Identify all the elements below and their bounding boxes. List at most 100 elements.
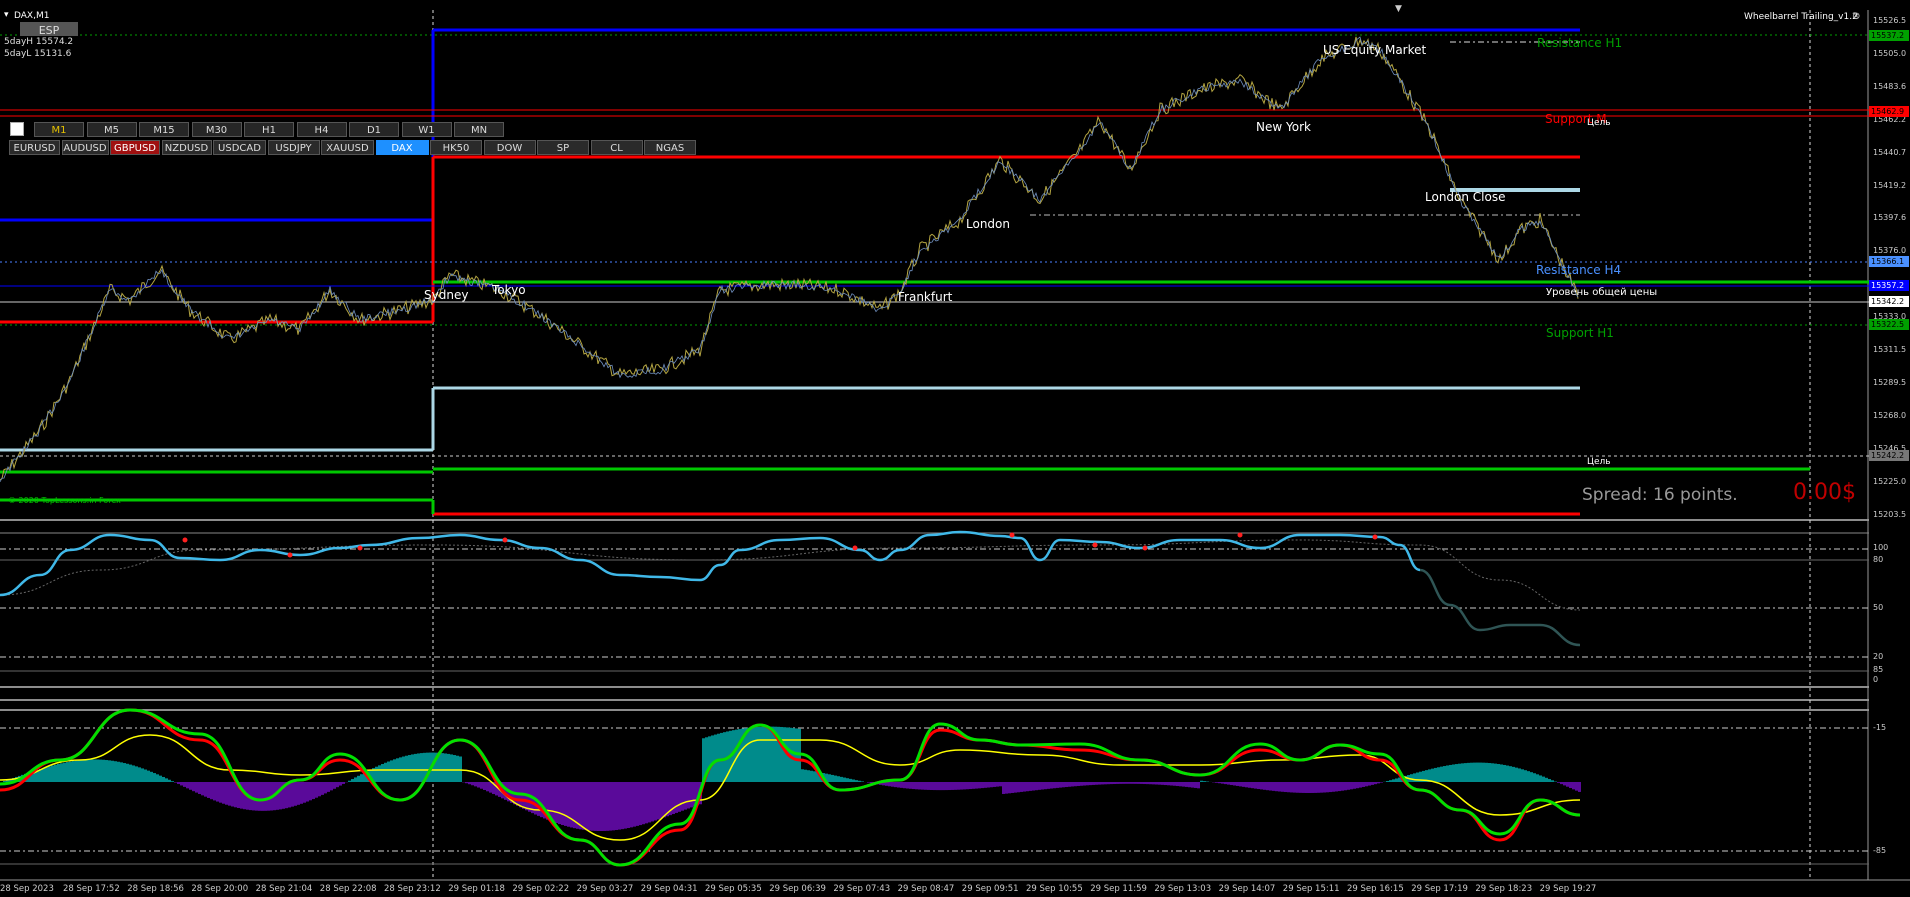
histogram-bar	[1188, 782, 1191, 788]
histogram-bar	[78, 760, 81, 782]
price-axis-label: 15311.5	[1873, 345, 1907, 354]
symbol-nzdusd-button[interactable]: NZDUSD	[161, 140, 212, 155]
symbol-usdcad-button[interactable]: USDCAD	[213, 140, 266, 155]
histogram-bar	[951, 782, 954, 790]
settings-icon[interactable]: ⊗	[1852, 11, 1860, 22]
timeframe-h4-button[interactable]: H4	[296, 122, 347, 137]
histogram-bar	[1137, 782, 1140, 784]
histogram-bar	[1530, 772, 1533, 782]
histogram-bar	[1257, 782, 1260, 790]
histogram-bar	[1386, 780, 1389, 782]
histogram-bar	[957, 782, 960, 790]
histogram-bar	[477, 782, 480, 788]
time-axis-label: 28 Sep 22:08	[319, 884, 377, 894]
histogram-bar	[1041, 782, 1044, 790]
histogram-bar	[942, 782, 945, 791]
histogram-bar	[1431, 768, 1434, 782]
histogram-bar	[264, 782, 267, 811]
session-us-equity: US Equity Market	[1323, 43, 1427, 57]
chart-checkbox[interactable]	[10, 122, 24, 136]
symbol-sp-button[interactable]: SP	[537, 140, 589, 155]
symbol-dax-button[interactable]: DAX	[375, 140, 429, 155]
histogram-bar	[117, 761, 120, 782]
ind1-red-marker	[1009, 532, 1015, 538]
histogram-bar	[1200, 780, 1203, 782]
histogram-bar	[1338, 782, 1341, 792]
symbol-ngas-button[interactable]: NGAS	[644, 140, 696, 155]
histogram-bar	[1533, 773, 1536, 782]
symbol-gbpusd-button[interactable]: GBPUSD	[110, 140, 160, 155]
symbol-audusd-button[interactable]: AUDUSD	[61, 140, 109, 155]
histogram-bar	[1116, 782, 1119, 784]
price-axis-label: 15526.5	[1873, 16, 1907, 25]
ind1-axis-label: 0	[1873, 675, 1879, 684]
histogram-bar	[216, 782, 219, 802]
timeframe-h1-button[interactable]: H1	[244, 122, 294, 137]
histogram-bar	[156, 774, 159, 782]
histogram-bar	[1197, 782, 1200, 789]
esp-button[interactable]: ESP	[20, 22, 78, 37]
histogram-bar	[408, 755, 411, 782]
timeframe-w1-button[interactable]: W1	[401, 122, 452, 137]
histogram-bar	[1293, 782, 1296, 793]
histogram-bar	[180, 782, 183, 786]
scroll-marker-icon[interactable]: ▼	[1395, 4, 1402, 14]
timeframe-m30-button[interactable]: M30	[191, 122, 242, 137]
symbol-usdjpy-button[interactable]: USDJPY	[267, 140, 320, 155]
ind1-red-marker	[852, 545, 858, 551]
timeframe-m15-button[interactable]: M15	[139, 122, 189, 137]
histogram-bar	[102, 759, 105, 782]
histogram-bar	[936, 782, 939, 791]
histogram-bar	[615, 782, 618, 831]
histogram-bar	[1023, 782, 1026, 792]
symbol-dow-button[interactable]: DOW	[483, 140, 536, 155]
histogram-bar	[333, 782, 336, 789]
histogram-bar	[945, 782, 948, 791]
timeframe-m1-button[interactable]: M1	[34, 122, 84, 137]
histogram-bar	[1038, 782, 1041, 790]
histogram-bar	[909, 782, 912, 789]
histogram-bar	[1323, 782, 1326, 793]
histogram-bar	[69, 761, 72, 782]
symbol-xauusd-button[interactable]: XAUUSD	[321, 140, 374, 155]
histogram-bar	[606, 782, 609, 831]
symbol-hk50-button[interactable]: HK50	[430, 140, 482, 155]
histogram-bar	[294, 782, 297, 806]
histogram-bar	[999, 782, 1002, 787]
histogram-bar	[213, 782, 216, 801]
histogram-bar	[87, 759, 90, 782]
histogram-bar	[969, 782, 972, 790]
timeframe-mn-button[interactable]: MN	[454, 122, 504, 137]
histogram-bar	[1068, 782, 1071, 787]
histogram-bar	[1437, 767, 1440, 782]
histogram-bar	[948, 782, 951, 791]
histogram-bar	[456, 755, 459, 782]
histogram-bar	[1071, 782, 1074, 787]
histogram-bar	[468, 782, 471, 785]
histogram-bar	[231, 782, 234, 807]
symbol-cl-button[interactable]: CL	[590, 140, 643, 155]
session-london: London	[966, 217, 1010, 231]
timeframe-d1-button[interactable]: D1	[349, 122, 399, 137]
histogram-bar	[1203, 781, 1206, 782]
time-axis-label: 28 Sep 20:00	[191, 884, 249, 894]
price-axis-label: 15440.7	[1873, 147, 1907, 157]
label-resistance-h4: Resistance H4	[1536, 263, 1622, 277]
histogram-bar	[375, 766, 378, 782]
histogram-bar	[1086, 782, 1089, 786]
symbol-eurusd-button[interactable]: EURUSD	[9, 140, 60, 155]
histogram-bar	[1575, 782, 1578, 791]
histogram-bar	[66, 762, 69, 782]
price-axis-label: 15203.5	[1873, 509, 1907, 519]
histogram-bar	[1548, 779, 1551, 782]
histogram-bar	[759, 726, 762, 782]
timeframe-m5-button[interactable]: M5	[86, 122, 137, 137]
histogram-bar	[600, 782, 603, 832]
histogram-bar	[717, 733, 720, 782]
histogram-bar	[765, 726, 768, 782]
histogram-bar	[1458, 763, 1461, 782]
time-axis-label: 29 Sep 02:22	[512, 884, 570, 894]
histogram-bar	[570, 782, 573, 828]
histogram-bar	[762, 726, 765, 782]
time-axis-label: 29 Sep 06:39	[769, 884, 826, 894]
